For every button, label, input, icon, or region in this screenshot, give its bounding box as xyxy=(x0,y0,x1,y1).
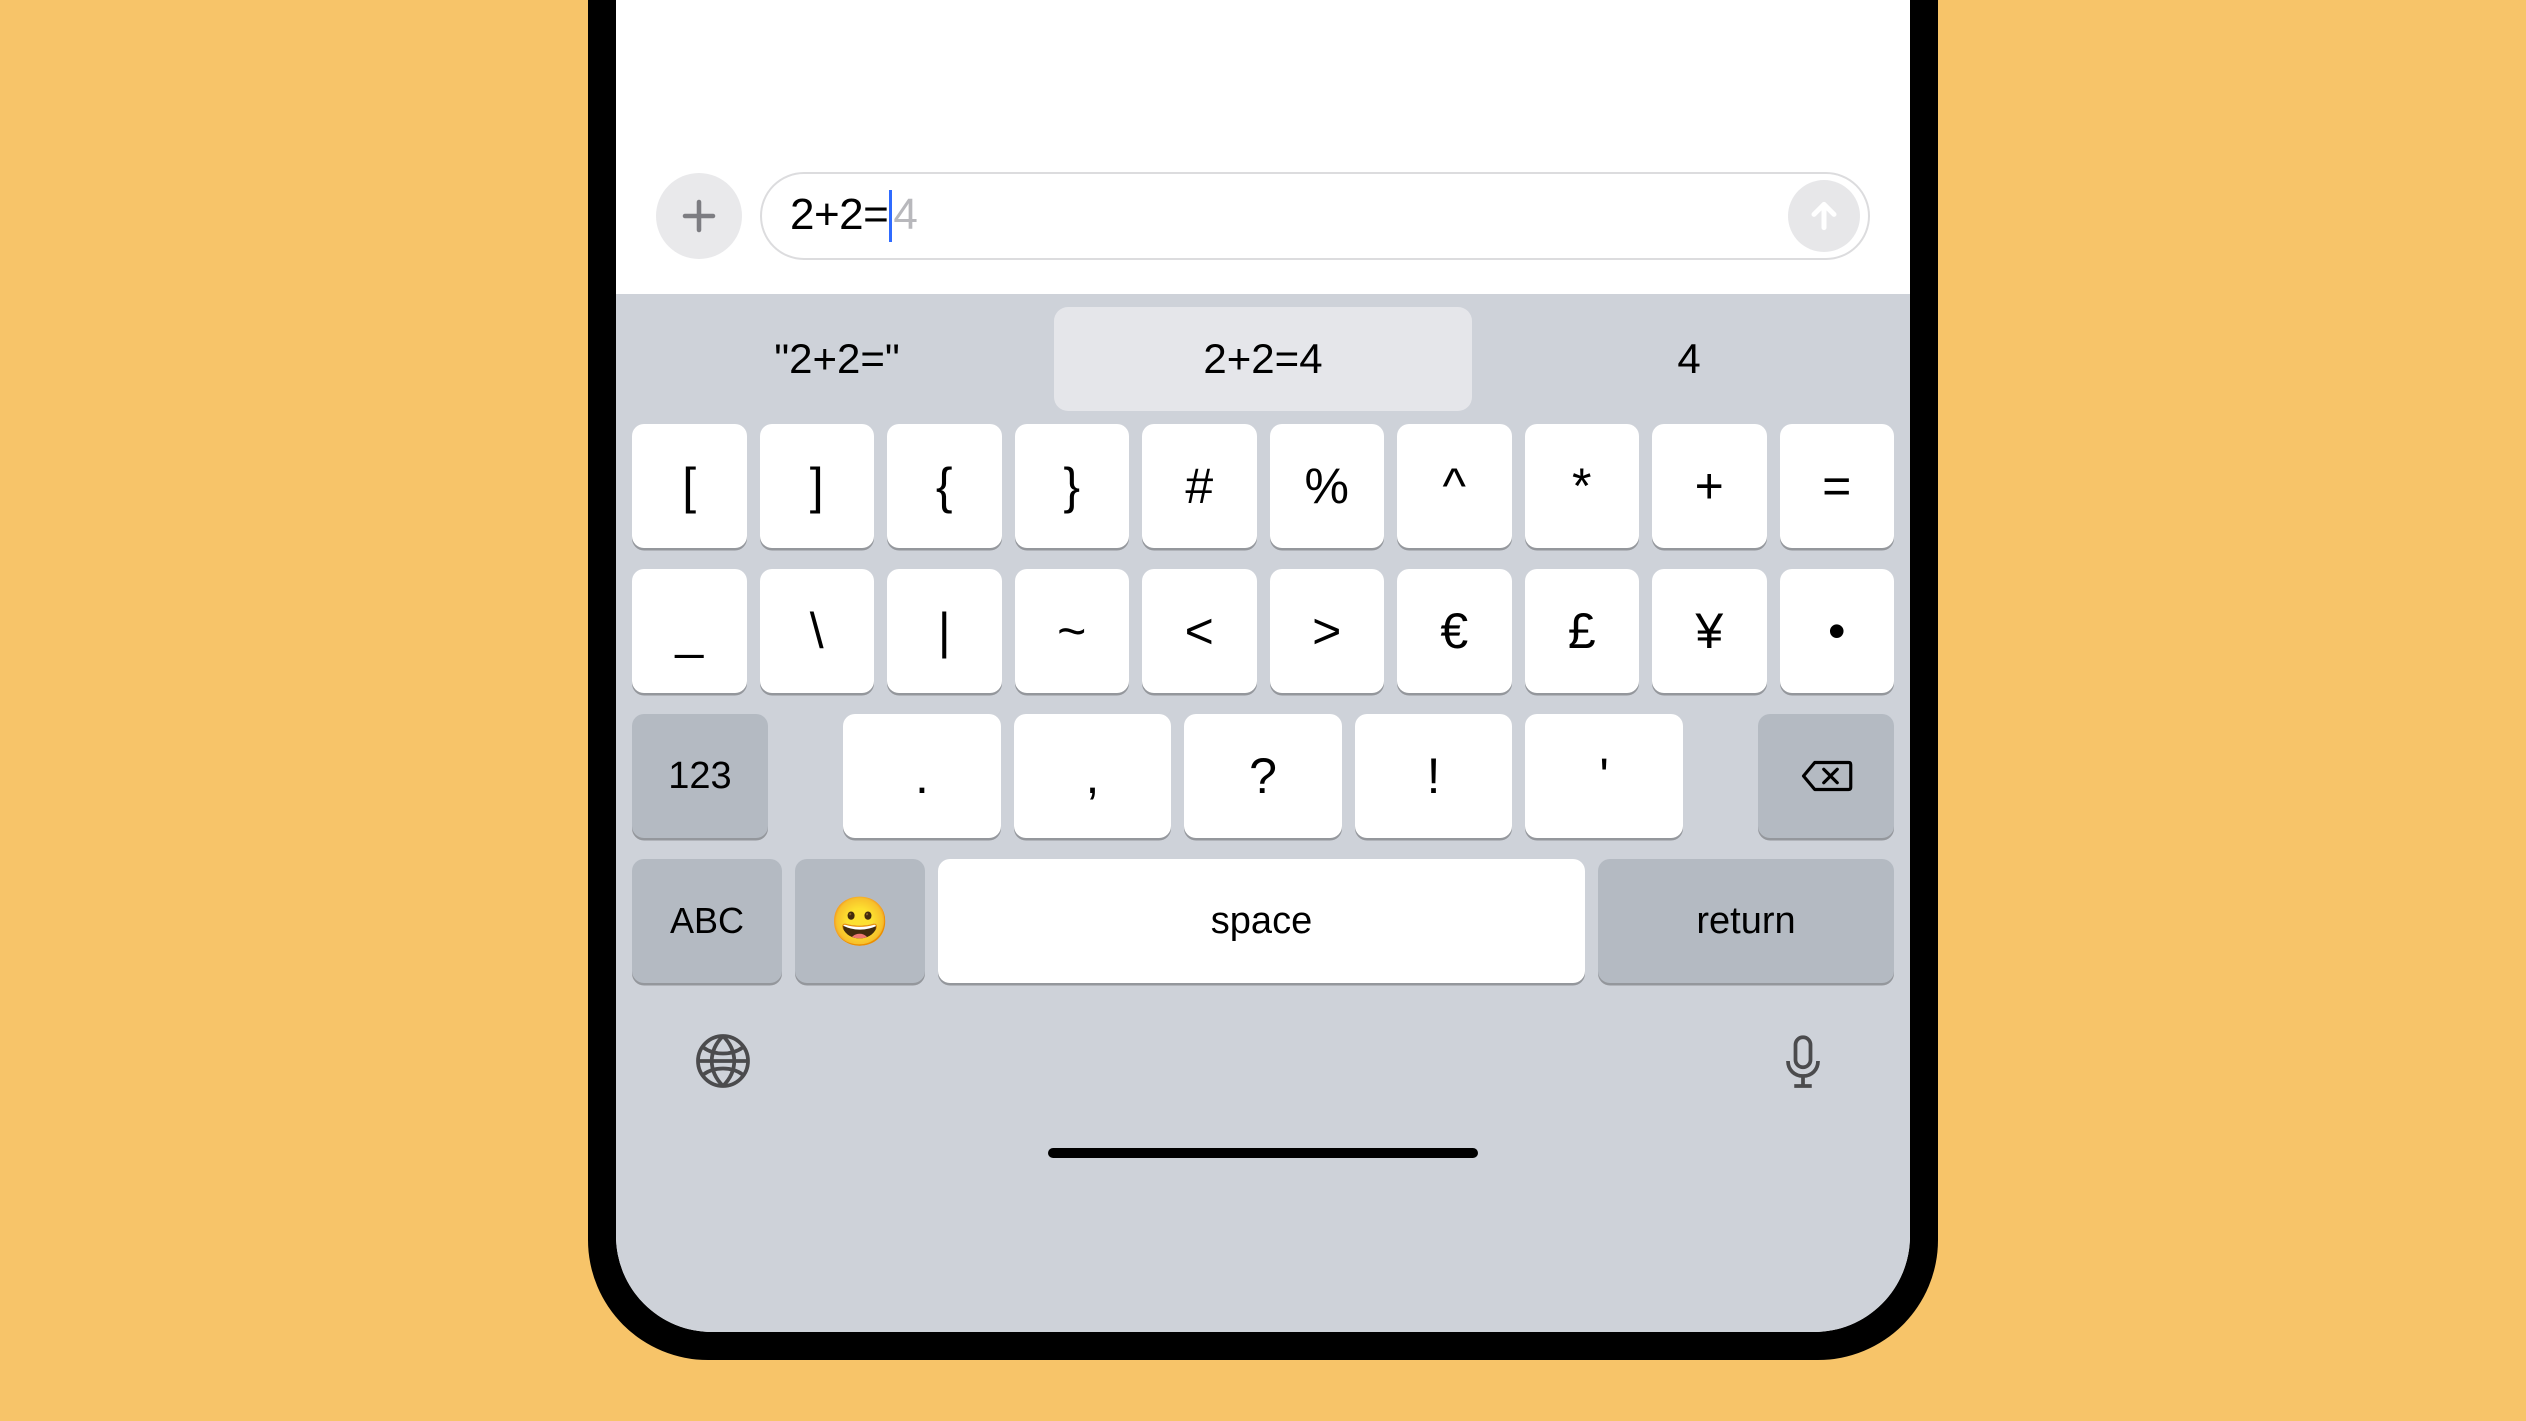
message-typed-text: 2+2= xyxy=(790,190,888,240)
keyboard-row-1: [ ] { } # % ^ * + = xyxy=(616,424,1910,548)
key-plus[interactable]: + xyxy=(1652,424,1767,548)
key-left-brace[interactable]: { xyxy=(887,424,1002,548)
home-indicator[interactable] xyxy=(1048,1148,1478,1158)
app-content-area: 2+2= 4 xyxy=(616,0,1910,294)
key-numbers-toggle[interactable]: 123 xyxy=(632,714,768,838)
backspace-icon xyxy=(1799,756,1853,796)
key-asterisk[interactable]: * xyxy=(1525,424,1640,548)
key-less-than[interactable]: < xyxy=(1142,569,1257,693)
attach-button[interactable] xyxy=(656,173,742,259)
emoji-icon: 😀 xyxy=(830,893,890,950)
globe-button[interactable] xyxy=(688,1026,758,1096)
dictation-button[interactable] xyxy=(1768,1026,1838,1096)
microphone-icon xyxy=(1773,1031,1833,1091)
key-caret[interactable]: ^ xyxy=(1397,424,1512,548)
key-tilde[interactable]: ~ xyxy=(1015,569,1130,693)
keyboard-bottom-bar xyxy=(616,1004,1910,1176)
key-equals[interactable]: = xyxy=(1780,424,1895,548)
keyboard-row-3: 123 . , ? ! ' xyxy=(616,714,1910,838)
prediction-left[interactable]: "2+2=" xyxy=(628,307,1046,411)
globe-icon xyxy=(693,1031,753,1091)
key-underscore[interactable]: _ xyxy=(632,569,747,693)
key-greater-than[interactable]: > xyxy=(1270,569,1385,693)
message-input[interactable]: 2+2= 4 xyxy=(760,172,1870,260)
key-comma[interactable]: , xyxy=(1014,714,1172,838)
arrow-up-icon xyxy=(1804,196,1844,236)
keyboard-row-2: _ \ | ~ < > € £ ¥ • xyxy=(616,569,1910,693)
phone-screen: 2+2= 4 "2+2=" 2+2=4 4 xyxy=(616,0,1910,1332)
row3-spacer-right xyxy=(1696,714,1745,838)
compose-row: 2+2= 4 xyxy=(656,172,1870,260)
key-yen[interactable]: ¥ xyxy=(1652,569,1767,693)
prediction-bar: "2+2=" 2+2=4 4 xyxy=(616,294,1910,424)
key-euro[interactable]: € xyxy=(1397,569,1512,693)
key-period[interactable]: . xyxy=(843,714,1001,838)
key-exclaim[interactable]: ! xyxy=(1355,714,1513,838)
prediction-center[interactable]: 2+2=4 xyxy=(1054,307,1472,411)
key-bullet[interactable]: • xyxy=(1780,569,1895,693)
key-space[interactable]: space xyxy=(938,859,1585,983)
key-hash[interactable]: # xyxy=(1142,424,1257,548)
key-question[interactable]: ? xyxy=(1184,714,1342,838)
key-right-brace[interactable]: } xyxy=(1015,424,1130,548)
key-right-bracket[interactable]: ] xyxy=(760,424,875,548)
row3-spacer-left xyxy=(781,714,830,838)
key-backspace[interactable] xyxy=(1758,714,1894,838)
key-apostrophe[interactable]: ' xyxy=(1525,714,1683,838)
text-caret xyxy=(889,190,892,242)
keyboard: "2+2=" 2+2=4 4 [ ] { } # % ^ * + = _ \ |… xyxy=(616,294,1910,1332)
key-left-bracket[interactable]: [ xyxy=(632,424,747,548)
key-pound[interactable]: £ xyxy=(1525,569,1640,693)
prediction-right[interactable]: 4 xyxy=(1480,307,1898,411)
plus-icon xyxy=(678,195,720,237)
phone-frame: 2+2= 4 "2+2=" 2+2=4 4 xyxy=(588,0,1938,1360)
key-percent[interactable]: % xyxy=(1270,424,1385,548)
keyboard-row-4: ABC 😀 space return xyxy=(616,859,1910,983)
key-backslash[interactable]: \ xyxy=(760,569,875,693)
send-button[interactable] xyxy=(1788,180,1860,252)
inline-suggestion: 4 xyxy=(893,190,917,240)
key-return[interactable]: return xyxy=(1598,859,1894,983)
key-emoji[interactable]: 😀 xyxy=(795,859,925,983)
key-pipe[interactable]: | xyxy=(887,569,1002,693)
key-abc-toggle[interactable]: ABC xyxy=(632,859,782,983)
